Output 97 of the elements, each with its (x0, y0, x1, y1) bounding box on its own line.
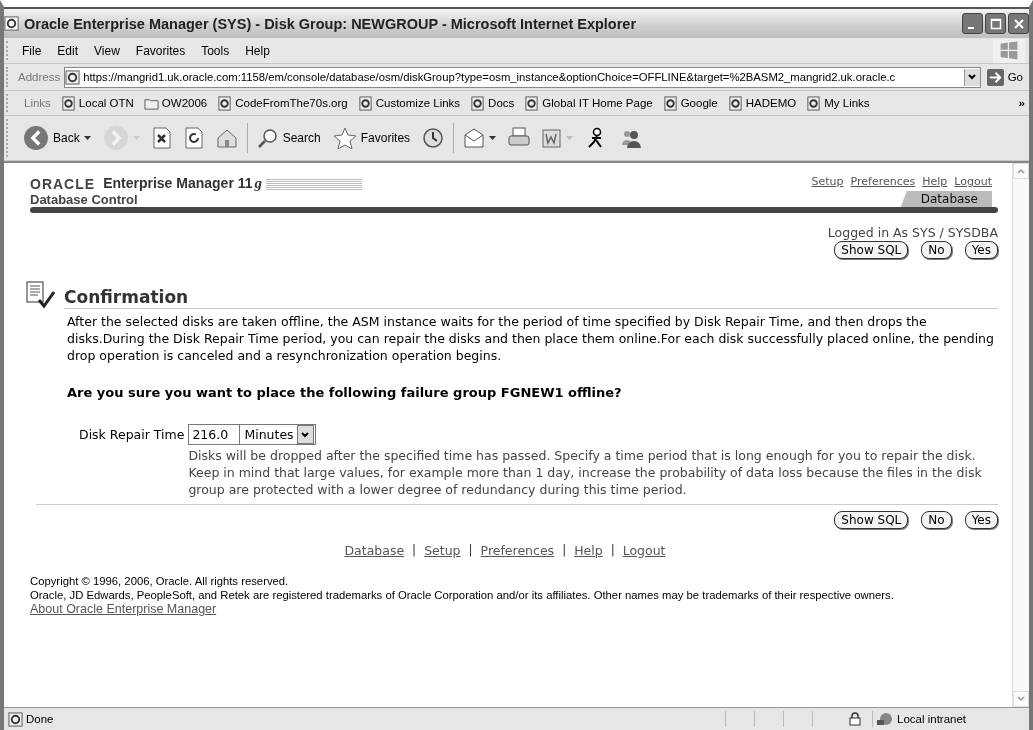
minimize-button[interactable] (962, 13, 983, 34)
links-label: Links (24, 97, 51, 109)
link-separator: | (412, 543, 417, 558)
document-check-icon (26, 281, 58, 309)
global-link[interactable]: Setup (811, 175, 844, 188)
link-item[interactable]: Local OTN (60, 95, 134, 111)
stop-icon (151, 127, 172, 149)
refresh-icon (183, 127, 204, 149)
global-link[interactable]: Logout (954, 175, 992, 188)
link-item[interactable]: Docs (470, 95, 515, 111)
page-icon (727, 95, 743, 111)
caret-icon (967, 72, 978, 82)
field-label: Disk Repair Time (79, 426, 185, 444)
link-item[interactable]: Customize Links (357, 95, 461, 111)
close-button[interactable] (1008, 13, 1029, 34)
address-label: Address (18, 71, 61, 83)
menu-item[interactable]: File (14, 43, 50, 58)
vertical-scrollbar[interactable] (1012, 163, 1029, 707)
menu-item[interactable]: Tools (193, 43, 238, 58)
link-item[interactable]: HADEMO (727, 95, 797, 111)
page-icon (65, 69, 81, 85)
envelope-icon (463, 127, 486, 149)
toolbar-button[interactable]: Back (20, 125, 94, 151)
link-item[interactable]: My Links (806, 95, 870, 111)
page-icon (217, 95, 233, 111)
action-button[interactable]: No (921, 241, 952, 259)
menu-item[interactable]: Edit (49, 43, 87, 58)
menu-item[interactable]: Help (237, 43, 278, 58)
network-icon (876, 712, 894, 726)
global-link[interactable]: Help (922, 175, 948, 188)
maximize-button[interactable] (985, 13, 1006, 34)
page-icon (470, 95, 486, 111)
window-title: Oracle Enterprise Manager (SYS) - Disk Group: NEWGROUP - Microsoft Internet Explorer (24, 15, 638, 32)
tab[interactable]: Database (900, 191, 992, 207)
action-button[interactable]: No (921, 511, 952, 529)
section-heading: Confirmation (64, 287, 998, 309)
go-button[interactable]: Go (984, 68, 1025, 86)
action-button[interactable]: Show SQL (834, 511, 909, 529)
unit-dropdown[interactable]: Minutes (240, 424, 316, 445)
address-field[interactable]: https://mangrid1.uk.oracle.com:1158/em/console/database/osm/diskGroup?type=osm_instance&optionChoice=OFFLINE&target=%2BASM2_mangrid2.uk.oracle.c (64, 66, 981, 88)
link-item[interactable]: Google (662, 95, 718, 111)
product-subtitle: Database Control (30, 192, 139, 207)
menu-item[interactable]: View (86, 43, 128, 58)
link-separator: | (610, 543, 615, 558)
page-icon (8, 711, 23, 727)
footer-link[interactable]: Help (574, 543, 603, 558)
oracle-logo: ORACLE (30, 175, 96, 192)
clock-icon (422, 127, 445, 149)
link-separator: | (468, 543, 473, 558)
action-button[interactable]: Yes (964, 241, 998, 259)
toolbar-button[interactable]: Search (253, 127, 324, 149)
page-icon (662, 95, 678, 111)
link-item[interactable]: CodeFromThe70s.org (217, 95, 348, 111)
minimize-icon (968, 26, 974, 29)
home-icon (215, 127, 238, 149)
page-icon (806, 95, 822, 111)
menu-item[interactable]: Favorites (127, 43, 194, 58)
dropdown-button[interactable] (963, 68, 980, 86)
caret-icon (83, 136, 91, 140)
action-button[interactable]: Show SQL (834, 241, 909, 259)
toolbar-button[interactable]: Favorites (329, 127, 414, 149)
more-links-chevron[interactable]: » (1018, 97, 1025, 109)
footer-link[interactable]: Logout (622, 543, 666, 558)
action-button[interactable]: Yes (964, 511, 998, 529)
trademark-text: Oracle, JD Edwards, PeopleSoft, and Retek are registered trademarks of Oracle Corporation and/or its affiliates. Other names may be trademarks of their respective owners. (29, 588, 895, 602)
footer-link[interactable]: Database (344, 543, 405, 558)
status-text: Done (26, 713, 55, 725)
windows-logo-icon (993, 38, 1025, 63)
maximize-icon (989, 17, 1002, 30)
footer-link[interactable]: Preferences (480, 543, 555, 558)
footer-link[interactable]: Setup (424, 543, 461, 558)
copyright-text: Copyright © 1996, 2006, Oracle. All rights reserved. (29, 574, 290, 588)
security-zone: Local intranet (897, 713, 968, 725)
confirmation-message: After the selected disks are taken offline, the ASM instance waits for the period of time specified by Disk Repair Time, and then drops the disks.During the Disk Repair Time period, you can repair the disks and then place them online.For each disk successfully placed online, the pending drop operation is canceled and a resynchronization operation begins. (67, 313, 995, 364)
page-icon (524, 95, 540, 111)
global-link[interactable]: Preferences (850, 175, 916, 188)
page-icon (60, 95, 76, 111)
printer-icon (508, 127, 531, 149)
search-icon (256, 127, 279, 149)
word-document-icon (542, 127, 563, 149)
lock-icon (849, 712, 861, 726)
login-info: Logged in As SYS / SYSDBA (826, 225, 998, 240)
link-item[interactable]: OW2006 (143, 95, 208, 111)
link-item[interactable]: Global IT Home Page (524, 95, 653, 111)
star-icon (332, 127, 357, 149)
link-separator: | (562, 543, 567, 558)
caret-icon (300, 429, 311, 440)
page-icon (357, 95, 373, 111)
about-link[interactable]: About Oracle Enterprise Manager (30, 602, 217, 616)
right-arrow-icon (986, 68, 1004, 86)
repair-time-field[interactable]: 216.0 (188, 424, 241, 445)
caret-icon (566, 136, 574, 140)
caret-icon (489, 136, 497, 140)
field-help-text: Disks will be dropped after the specified time has passed. Specify a time period that is long enough for you to repair the disk. Keep in mind that large values, for example more than 1 day, increase the probability of data loss because the files in the disk group are protected with a lower degree of redundancy during this time period. (188, 447, 983, 498)
confirmation-question: Are you sure you want to place the following failure group FGNEW1 offline? (67, 385, 623, 400)
close-icon (1012, 17, 1025, 30)
product-name: Enterprise Manager 11g (103, 175, 263, 192)
